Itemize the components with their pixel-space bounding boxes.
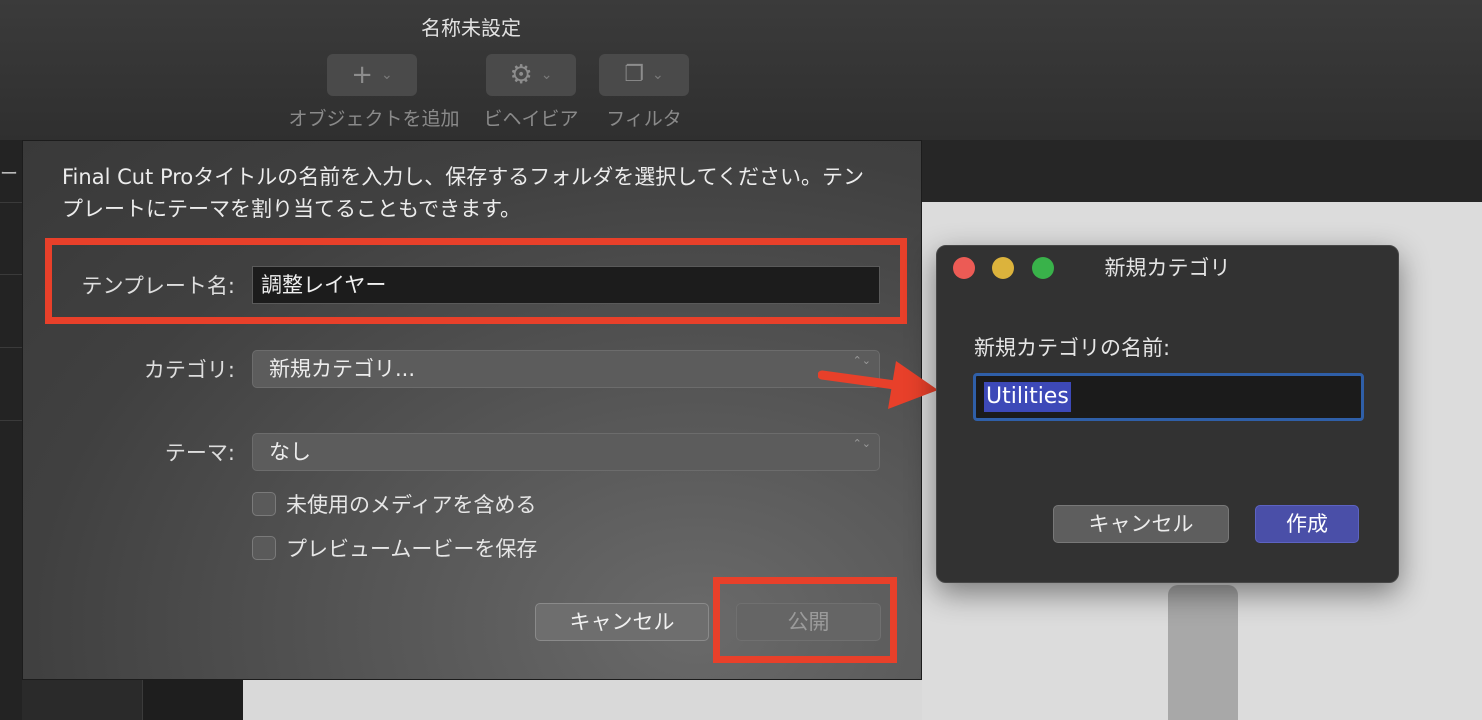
publish-button[interactable]: 公開 xyxy=(736,603,881,641)
dialog-cancel-button[interactable]: キャンセル xyxy=(1053,505,1229,543)
new-category-dialog: 新規カテゴリ 新規カテゴリの名前: Utilities キャンセル 作成 xyxy=(936,245,1399,583)
chevron-down-icon: ⌄ xyxy=(381,67,393,83)
chevron-down-icon: ⌄ xyxy=(652,67,664,83)
category-name-label: 新規カテゴリの名前: xyxy=(974,336,1171,360)
include-unused-media-row[interactable]: 未使用のメディアを含める xyxy=(252,489,537,519)
behaviors-label: ビヘイビア xyxy=(483,108,579,130)
category-label: カテゴリ: xyxy=(143,358,235,382)
template-name-field[interactable]: 調整レイヤー xyxy=(252,266,880,304)
include-unused-media-checkbox[interactable] xyxy=(252,492,276,516)
plus-icon: + xyxy=(351,60,374,90)
template-name-label: テンプレート名: xyxy=(81,274,235,298)
save-preview-movie-checkbox[interactable] xyxy=(252,536,276,560)
category-value: 新規カテゴリ... xyxy=(269,357,416,381)
publish-template-sheet: Final Cut Proタイトルの名前を入力し、保存するフォルダを選択してくだ… xyxy=(22,140,922,680)
behaviors-button[interactable]: ⚙ ⌄ xyxy=(486,54,576,96)
updown-arrows-icon: ⌃⌄ xyxy=(852,437,871,450)
sidebar-divider xyxy=(0,347,22,348)
dialog-title: 新規カテゴリ xyxy=(1104,256,1231,280)
category-name-field[interactable]: Utilities xyxy=(973,373,1364,421)
sidebar-divider xyxy=(0,202,22,203)
add-object-group[interactable]: + ⌄ xyxy=(327,54,417,96)
theme-popup[interactable]: なし ⌃⌄ xyxy=(252,433,880,471)
filter-icon: ❐ xyxy=(624,62,644,87)
canvas-object xyxy=(1168,585,1238,720)
chevron-down-icon: ⌄ xyxy=(540,67,553,83)
annotation-arrow xyxy=(818,361,938,409)
create-button[interactable]: 作成 xyxy=(1255,505,1359,543)
background-sidebar-glyph: ー xyxy=(0,164,18,185)
add-object-button[interactable]: + ⌄ xyxy=(327,54,417,96)
background-panel xyxy=(142,680,243,720)
include-unused-media-label: 未使用のメディアを含める xyxy=(286,493,537,517)
save-preview-movie-row[interactable]: プレビュームービーを保存 xyxy=(252,533,537,563)
save-preview-movie-label: プレビュームービーを保存 xyxy=(286,537,538,561)
background-header xyxy=(922,140,1482,202)
theme-value: なし xyxy=(269,440,311,464)
sidebar-divider xyxy=(0,274,22,275)
filters-label: フィルタ xyxy=(606,108,682,130)
filters-group[interactable]: ❐ ⌄ xyxy=(599,54,689,96)
sidebar-divider xyxy=(0,420,22,421)
sheet-description: Final Cut Proタイトルの名前を入力し、保存するフォルダを選択してくだ… xyxy=(62,165,865,221)
cancel-button[interactable]: キャンセル xyxy=(535,603,709,641)
canvas-area xyxy=(242,680,922,720)
window-toolbar: 名称未設定 + ⌄ オブジェクトを追加 ⚙ ⌄ ビヘイビア ❐ ⌄ フィルタ xyxy=(0,0,1482,141)
add-object-label: オブジェクトを追加 xyxy=(288,108,460,130)
theme-label: テーマ: xyxy=(164,441,235,465)
category-popup[interactable]: 新規カテゴリ... ⌃⌄ xyxy=(252,350,880,388)
window-title: 名称未設定 xyxy=(421,16,521,40)
gear-icon: ⚙ xyxy=(509,60,533,90)
background-sidebar: ー xyxy=(0,140,22,720)
filters-button[interactable]: ❐ ⌄ xyxy=(599,54,689,96)
behaviors-group[interactable]: ⚙ ⌄ xyxy=(486,54,576,96)
category-name-value: Utilities xyxy=(984,382,1071,412)
